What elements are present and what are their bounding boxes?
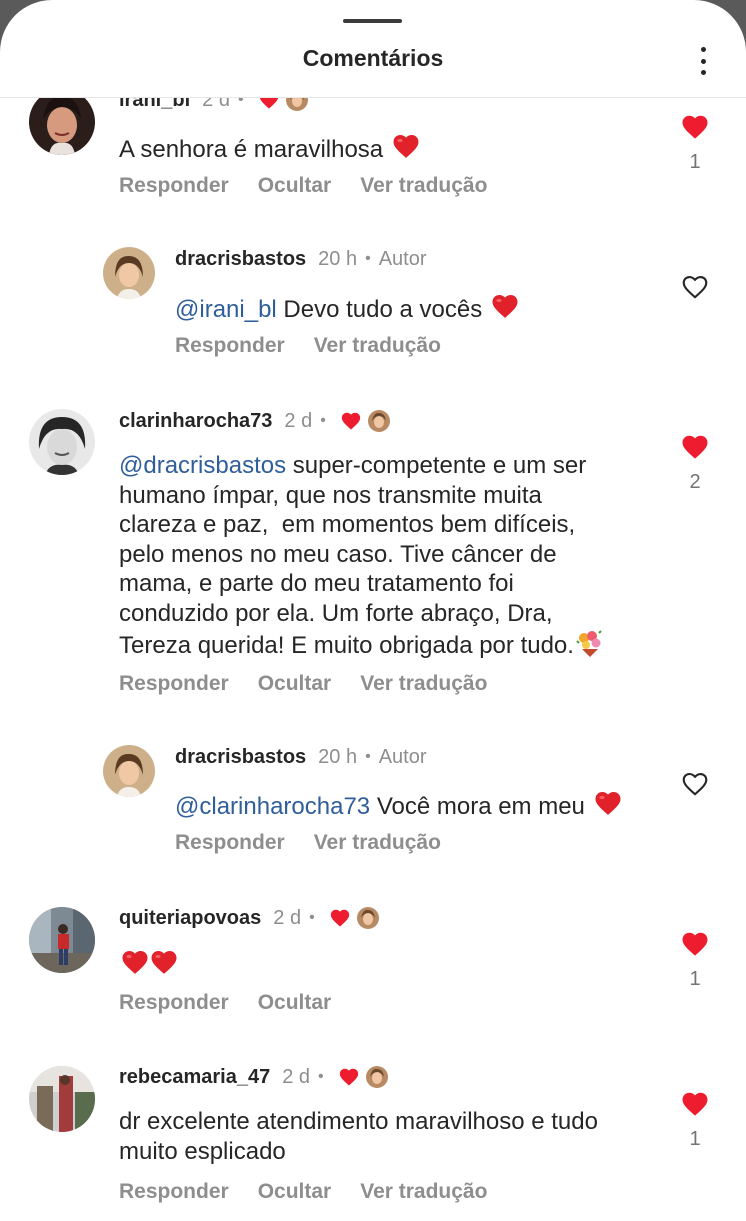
comments-list[interactable]: irani_bl 2 d • A senhora é maravilhosa R… xyxy=(0,98,746,1221)
reply-button[interactable]: Responder xyxy=(119,1180,229,1204)
comment-text-line: humano ímpar, que nos transmite muita xyxy=(119,481,542,509)
heart-filled-icon xyxy=(258,98,280,111)
reply-button[interactable]: Responder xyxy=(119,991,229,1015)
heart-emoji xyxy=(119,947,151,977)
heart-outline-icon[interactable] xyxy=(679,272,711,302)
comment-time: 2 d xyxy=(202,98,230,111)
author-mini-avatar xyxy=(285,98,308,111)
comment-text-line: conduzido por ela. Um forte abraço, Dra, xyxy=(119,599,553,627)
comment-username[interactable]: quiteriapovoas xyxy=(119,906,261,930)
separator-dot: • xyxy=(309,909,315,926)
separator-dot: • xyxy=(365,748,371,765)
author-badge: Autor xyxy=(378,746,427,768)
comment-text: dr excelente atendimento maravilhoso e t… xyxy=(119,1107,659,1166)
heart-filled-icon xyxy=(338,1066,360,1088)
author-badge: Autor xyxy=(378,248,427,270)
comment-text-line: Devo tudo a vocês xyxy=(283,296,483,323)
comments-sheet: Comentários irani_bl 2 d • A senhora é m… xyxy=(0,0,746,1221)
heart-emoji xyxy=(592,788,624,818)
comment-time: 2 d xyxy=(282,1066,311,1088)
see-translation-button[interactable]: Ver tradução xyxy=(360,174,487,198)
comment-username[interactable]: dracrisbastos xyxy=(175,247,306,271)
like-count: 1 xyxy=(689,151,701,173)
author-mini-avatar xyxy=(365,1066,388,1088)
avatar[interactable] xyxy=(29,1066,95,1132)
comment-text-line: A senhora é maravilhosa xyxy=(119,136,384,163)
like-count: 2 xyxy=(689,471,701,493)
comment-text-line: mama, e parte do meu tratamento foi xyxy=(119,570,514,598)
comment-text xyxy=(119,947,180,981)
comment-text-line: muito esplicado xyxy=(119,1137,286,1165)
liked-by-author-badge xyxy=(258,98,308,111)
heart-emoji xyxy=(390,131,422,161)
hide-button[interactable]: Ocultar xyxy=(258,672,332,696)
comment-text: @irani_bl Devo tudo a vocês xyxy=(175,291,521,325)
mention-link[interactable]: @irani_bl xyxy=(175,296,277,323)
avatar[interactable] xyxy=(29,98,95,155)
more-options-icon[interactable] xyxy=(688,44,718,78)
separator-dot: • xyxy=(320,412,326,429)
see-translation-button[interactable]: Ver tradução xyxy=(360,1180,487,1204)
hide-button[interactable]: Ocultar xyxy=(258,991,332,1015)
comment-username[interactable]: irani_bl xyxy=(119,98,190,112)
mention-link[interactable]: @clarinharocha73 xyxy=(175,793,370,820)
liked-by-author-badge xyxy=(329,907,379,929)
like-count: 1 xyxy=(689,968,701,990)
comment-text: @clarinharocha73 Você mora em meu xyxy=(175,788,624,822)
comment-text-line: pelo menos no meu caso. Tive câncer de xyxy=(119,540,557,568)
hide-button[interactable]: Ocultar xyxy=(258,174,332,198)
comment-username[interactable]: clarinharocha73 xyxy=(119,409,272,433)
author-mini-avatar xyxy=(367,410,390,432)
avatar[interactable] xyxy=(103,247,155,299)
comment-text-line: dr excelente atendimento maravilhoso e t… xyxy=(119,1108,598,1135)
reply-button[interactable]: Responder xyxy=(119,174,229,198)
comment-username[interactable]: rebecamaria_47 xyxy=(119,1065,270,1089)
see-translation-button[interactable]: Ver tradução xyxy=(314,334,441,358)
reply-button[interactable]: Responder xyxy=(175,831,285,855)
heart-outline-icon[interactable] xyxy=(679,769,711,799)
reply-button[interactable]: Responder xyxy=(119,672,229,696)
see-translation-button[interactable]: Ver tradução xyxy=(360,672,487,696)
heart-filled-icon[interactable] xyxy=(679,112,711,142)
reply-button[interactable]: Responder xyxy=(175,334,285,358)
liked-by-author-badge xyxy=(338,1066,388,1088)
page-title: Comentários xyxy=(302,45,444,71)
comment-username[interactable]: dracrisbastos xyxy=(175,745,306,769)
separator-dot: • xyxy=(237,98,244,108)
bouquet-emoji xyxy=(576,629,602,657)
separator-dot: • xyxy=(365,250,371,267)
comment-text-line: Você mora em meu xyxy=(376,793,585,820)
comment-text: A senhora é maravilhosa xyxy=(119,131,422,165)
liked-by-author-badge xyxy=(340,410,390,432)
comment-text-line: clareza e paz, em momentos bem difíceis, xyxy=(119,511,576,539)
heart-filled-icon xyxy=(329,907,351,929)
comment-time: 2 d xyxy=(273,907,302,929)
heart-filled-icon[interactable] xyxy=(679,1089,711,1119)
heart-filled-icon[interactable] xyxy=(679,929,711,959)
heart-filled-icon[interactable] xyxy=(679,432,711,462)
heart-emoji xyxy=(148,947,180,977)
like-count: 1 xyxy=(689,1128,701,1150)
comment-text-line: super-competente e um ser xyxy=(286,452,587,479)
see-translation-button[interactable]: Ver tradução xyxy=(314,831,441,855)
mention-link[interactable]: @dracrisbastos xyxy=(119,452,286,479)
avatar[interactable] xyxy=(29,907,95,973)
heart-emoji xyxy=(489,291,521,321)
hide-button[interactable]: Ocultar xyxy=(258,1180,332,1204)
heart-filled-icon xyxy=(340,410,362,432)
author-mini-avatar xyxy=(356,907,379,929)
comment-text: @dracrisbastos super-competente e um ser… xyxy=(119,451,659,660)
separator-dot: • xyxy=(318,1068,324,1085)
comment-time: 2 d xyxy=(284,410,313,432)
sheet-drag-handle[interactable] xyxy=(343,19,402,23)
comment-time: 20 h xyxy=(318,248,358,270)
comment-time: 20 h xyxy=(318,746,358,768)
avatar[interactable] xyxy=(29,409,95,475)
comment-text-line: Tereza querida! E muito obrigada por tud… xyxy=(119,631,574,659)
avatar[interactable] xyxy=(103,745,155,797)
